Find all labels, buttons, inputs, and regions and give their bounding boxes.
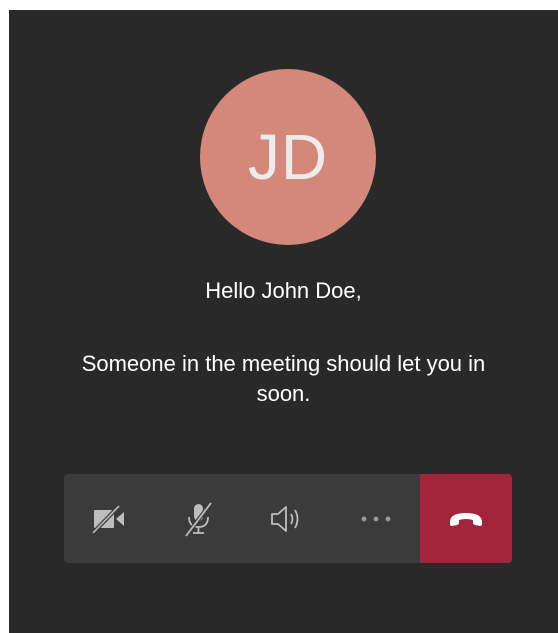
call-controls-toolbar [64,474,512,563]
speaker-icon [267,502,307,536]
waiting-message: Someone in the meeting should let you in… [81,351,486,406]
avatar-initials: JD [247,121,329,193]
more-options-button[interactable] [331,474,420,563]
greeting-text: Hello John Doe, [205,278,362,303]
caller-avatar: JD [200,69,376,245]
microphone-off-icon [178,499,218,539]
more-options-icon [358,514,394,524]
hang-up-icon [446,509,486,529]
camera-off-icon [89,502,129,536]
call-lobby-screen: JD Hello John Doe, Someone in the meetin… [9,10,558,633]
speaker-button[interactable] [242,474,331,563]
hang-up-button[interactable] [420,474,512,563]
toggle-microphone-button[interactable] [153,474,242,563]
toggle-camera-button[interactable] [64,474,153,563]
